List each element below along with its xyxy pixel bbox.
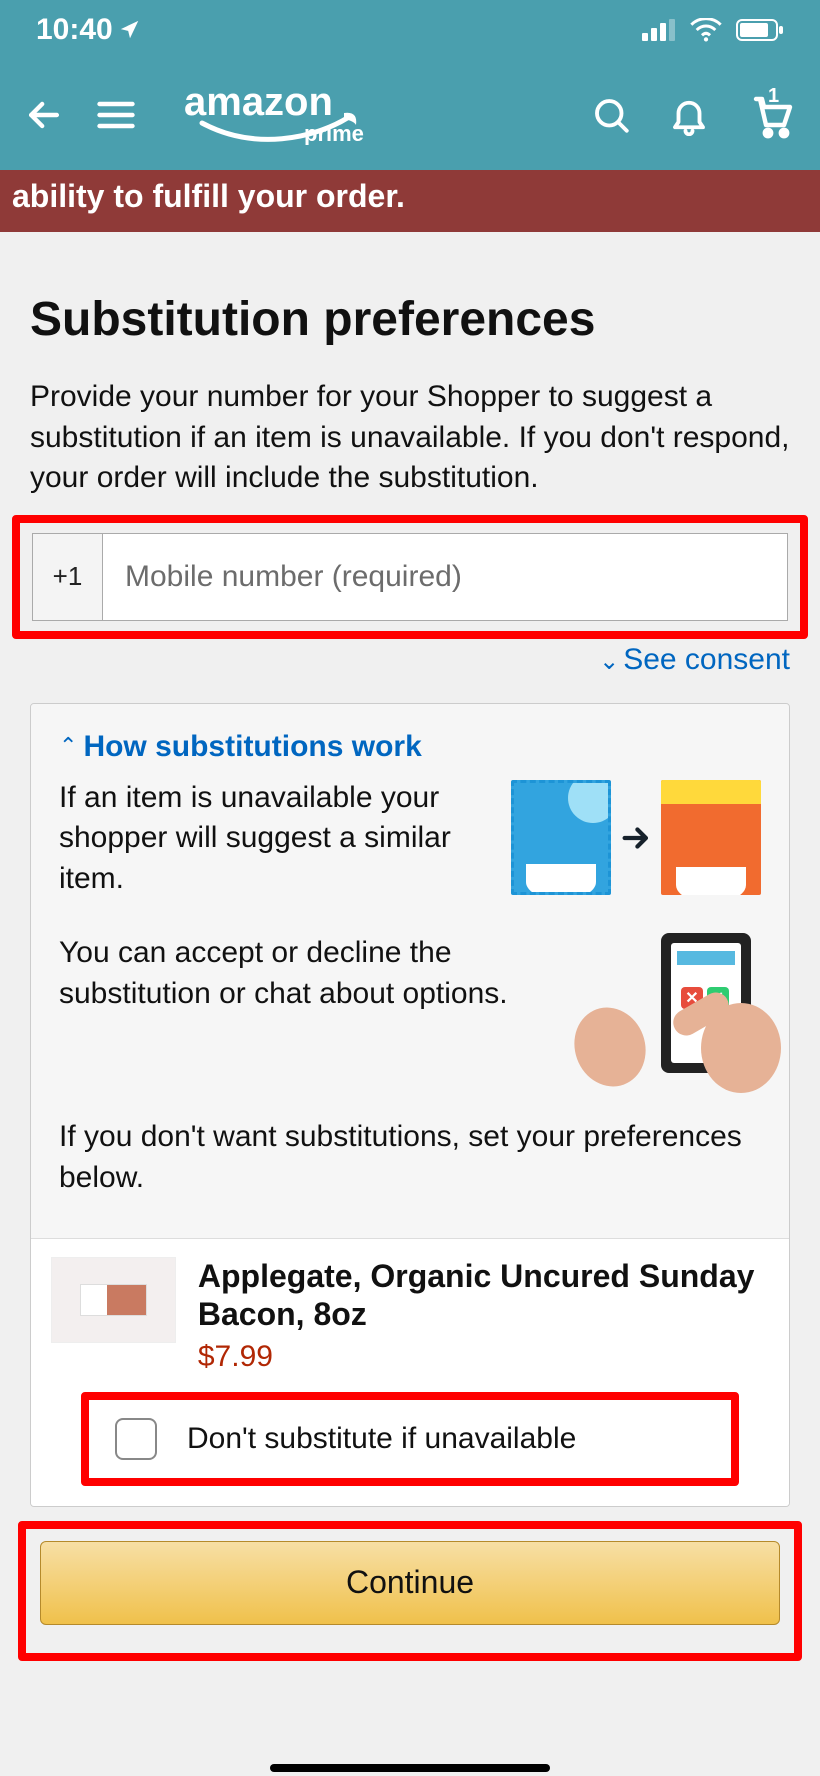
how-substitutions-card: ⌃How substitutions work If an item is un…: [30, 703, 790, 1507]
app-header: amazon prime 1: [0, 60, 820, 170]
phone-illustration: ✕ ✓: [591, 933, 761, 1083]
back-icon[interactable]: [22, 93, 66, 137]
main-content: Substitution preferences Provide your nu…: [0, 232, 820, 1661]
page-title: Substitution preferences: [0, 232, 820, 377]
search-icon[interactable]: [590, 94, 632, 136]
dont-substitute-checkbox[interactable]: [115, 1418, 157, 1460]
chevron-up-icon: ⌃: [59, 733, 77, 759]
alert-banner: ability to fulfill your order.: [0, 170, 820, 232]
status-time: 10:40: [36, 13, 113, 47]
cart-count-badge: 1: [768, 85, 779, 108]
phone-country-code[interactable]: +1: [33, 534, 103, 620]
status-bar: 10:40: [0, 0, 820, 60]
how-text-1: If an item is unavailable your shopper w…: [59, 778, 491, 900]
alert-text: ability to fulfill your order.: [12, 178, 405, 214]
product-title: Applegate, Organic Uncured Sunday Bacon,…: [198, 1257, 769, 1334]
battery-icon: [736, 18, 784, 42]
product-price: $7.99: [198, 1340, 769, 1374]
substitution-illustration: [511, 778, 761, 898]
product-item: Applegate, Organic Uncured Sunday Bacon,…: [31, 1238, 789, 1382]
phone-input-highlight: +1: [12, 515, 808, 639]
dont-substitute-row[interactable]: Don't substitute if unavailable: [81, 1392, 739, 1486]
see-consent-label: See consent: [623, 643, 790, 676]
phone-input-row: +1: [32, 533, 788, 621]
continue-highlight: Continue: [18, 1521, 802, 1661]
how-substitutions-label: How substitutions work: [83, 730, 421, 763]
arrow-right-icon: [619, 821, 653, 855]
home-indicator[interactable]: [270, 1764, 550, 1772]
bell-icon[interactable]: [668, 94, 710, 136]
amazon-prime-logo[interactable]: amazon prime: [184, 81, 384, 150]
continue-button[interactable]: Continue: [40, 1541, 780, 1625]
how-text-3: If you don't want substitutions, set you…: [59, 1117, 761, 1198]
cart-icon[interactable]: 1: [746, 91, 798, 139]
logo-sub: prime: [304, 121, 364, 145]
wifi-icon: [690, 18, 722, 42]
cell-signal-icon: [642, 19, 676, 41]
how-text-2: You can accept or decline the substituti…: [59, 933, 571, 1014]
logo-text: amazon: [184, 81, 333, 124]
dont-substitute-label: Don't substitute if unavailable: [187, 1422, 576, 1456]
page-description: Provide your number for your Shopper to …: [0, 377, 820, 509]
product-thumbnail[interactable]: [51, 1257, 176, 1343]
see-consent-link[interactable]: ⌄See consent: [599, 643, 790, 676]
phone-number-input[interactable]: [103, 534, 787, 620]
how-substitutions-toggle[interactable]: ⌃How substitutions work: [59, 730, 761, 764]
chevron-down-icon: ⌄: [599, 648, 619, 675]
menu-icon[interactable]: [94, 93, 138, 137]
location-icon: [119, 19, 141, 41]
